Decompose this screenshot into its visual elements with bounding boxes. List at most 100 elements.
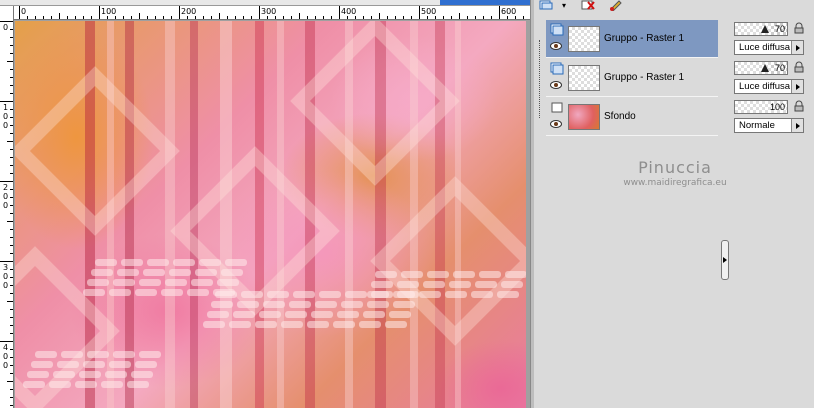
- ruler-minor-tick: [507, 16, 508, 19]
- horizontal-ruler: 0 100 200 300 400 500 600: [14, 6, 530, 20]
- visibility-eye-icon[interactable]: [550, 120, 562, 128]
- ruler-minor-tick: [7, 61, 13, 62]
- edit-layer-icon[interactable]: [606, 0, 626, 13]
- layer-row[interactable]: Gruppo - Raster 1: [546, 20, 718, 58]
- chevron-right-icon[interactable]: [791, 119, 803, 132]
- ruler-minor-tick: [107, 16, 108, 19]
- image-grid-cell: [375, 271, 397, 278]
- blend-mode-select[interactable]: Normale: [734, 118, 804, 133]
- image-grid-cell: [285, 311, 307, 318]
- image-grid-cell: [221, 269, 243, 276]
- opacity-slider[interactable]: 100: [734, 100, 788, 114]
- image-grid-cell: [255, 321, 277, 328]
- opacity-slider[interactable]: 70: [734, 22, 788, 36]
- ruler-minor-tick: [10, 197, 13, 198]
- ruler-minor-tick: [7, 381, 13, 382]
- image-grid-cell: [215, 291, 237, 298]
- image-grid-cell: [423, 281, 445, 288]
- ruler-minor-tick: [10, 165, 13, 166]
- image-stripe: [125, 21, 134, 408]
- chevron-right-icon[interactable]: [791, 80, 803, 93]
- ruler-minor-tick: [10, 173, 13, 174]
- layer-thumbnail: [568, 65, 600, 91]
- image-canvas[interactable]: [15, 21, 526, 408]
- layer-properties: 70 Luce diffusa: [734, 22, 808, 56]
- image-grid-cell: [195, 269, 217, 276]
- ruler-minor-tick: [499, 13, 500, 19]
- delete-layer-icon[interactable]: [578, 0, 598, 13]
- new-layer-icon[interactable]: [536, 0, 556, 13]
- ruler-minor-tick: [51, 16, 52, 19]
- image-grid-cell: [207, 311, 229, 318]
- ruler-minor-tick: [35, 16, 36, 19]
- ruler-minor-tick: [10, 373, 13, 374]
- layer-name: Gruppo - Raster 1: [604, 72, 685, 83]
- image-grid-cell: [83, 289, 105, 296]
- image-grid-cell: [109, 289, 131, 296]
- image-grid-cell: [113, 279, 135, 286]
- ruler-minor-tick: [323, 16, 324, 19]
- image-grid-cell: [289, 301, 311, 308]
- ruler-label: 1 0 0: [3, 103, 9, 130]
- image-grid-cell: [203, 321, 225, 328]
- layer-thumbnail: [568, 104, 600, 130]
- image-grid-cell: [131, 371, 153, 378]
- layer-lock-icon[interactable]: [792, 22, 806, 36]
- ruler-minor-tick: [10, 133, 13, 134]
- blend-mode-value: Luce diffusa: [739, 42, 791, 53]
- blend-mode-select[interactable]: Luce diffusa: [734, 79, 804, 94]
- layer-row[interactable]: Sfondo: [546, 98, 718, 136]
- opacity-slider[interactable]: 70: [734, 61, 788, 75]
- ruler-minor-tick: [10, 269, 13, 270]
- image-grid-cell: [233, 311, 255, 318]
- panel-collapse-handle[interactable]: [721, 240, 729, 280]
- image-grid-cell: [237, 301, 259, 308]
- layer-thumbnail: [568, 26, 600, 52]
- opacity-slider-thumb[interactable]: [760, 64, 769, 72]
- image-grid-cell: [501, 281, 523, 288]
- layer-lock-icon[interactable]: [792, 61, 806, 75]
- ruler-minor-tick: [67, 16, 68, 19]
- visibility-eye-icon[interactable]: [550, 42, 562, 50]
- ruler-minor-tick: [27, 16, 28, 19]
- image-grid-cell: [49, 381, 71, 388]
- image-grid-cell: [31, 361, 53, 368]
- layer-lock-icon[interactable]: [792, 100, 806, 114]
- ruler-minor-tick: [435, 16, 436, 19]
- chevron-right-icon[interactable]: [791, 41, 803, 54]
- ruler-minor-tick: [10, 189, 13, 190]
- image-grid-cell: [139, 351, 161, 358]
- ruler-minor-tick: [147, 16, 148, 19]
- layer-tree-line: [539, 40, 540, 118]
- image-grid-cell: [497, 291, 519, 298]
- image-grid-cell: [345, 291, 367, 298]
- ruler-minor-tick: [7, 21, 13, 22]
- image-grid-cell: [401, 271, 423, 278]
- ruler-label: 500: [421, 7, 437, 16]
- image-grid-cell: [385, 321, 407, 328]
- ruler-minor-tick: [91, 16, 92, 19]
- image-grid-cell: [127, 381, 149, 388]
- opacity-slider-thumb[interactable]: [760, 25, 769, 33]
- image-diamond-shape: [15, 66, 180, 236]
- blend-mode-value: Luce diffusa: [739, 81, 791, 92]
- layer-row[interactable]: Gruppo - Raster 1: [546, 59, 718, 97]
- ruler-minor-tick: [10, 125, 13, 126]
- image-grid-cell: [23, 381, 45, 388]
- ruler-minor-tick: [459, 13, 460, 19]
- ruler-minor-tick: [10, 85, 13, 86]
- ruler-minor-tick: [10, 29, 13, 30]
- image-grid-cell: [293, 291, 315, 298]
- layer-raster-icon: [551, 102, 563, 113]
- image-grid-cell: [263, 301, 285, 308]
- image-grid-cell: [217, 279, 239, 286]
- visibility-eye-icon[interactable]: [550, 81, 562, 89]
- chevron-down-icon[interactable]: ▾: [554, 0, 574, 13]
- canvas-area[interactable]: 0 100 200 300 400 500 600 0 1 0 0 2 0 0 3 0 0 4 0 …: [0, 0, 530, 408]
- blend-mode-select[interactable]: Luce diffusa: [734, 40, 804, 55]
- ruler-minor-tick: [7, 101, 13, 102]
- ruler-minor-tick: [10, 69, 13, 70]
- ruler-minor-tick: [7, 181, 13, 182]
- ruler-minor-tick: [10, 333, 13, 334]
- image-grid-cell: [87, 279, 109, 286]
